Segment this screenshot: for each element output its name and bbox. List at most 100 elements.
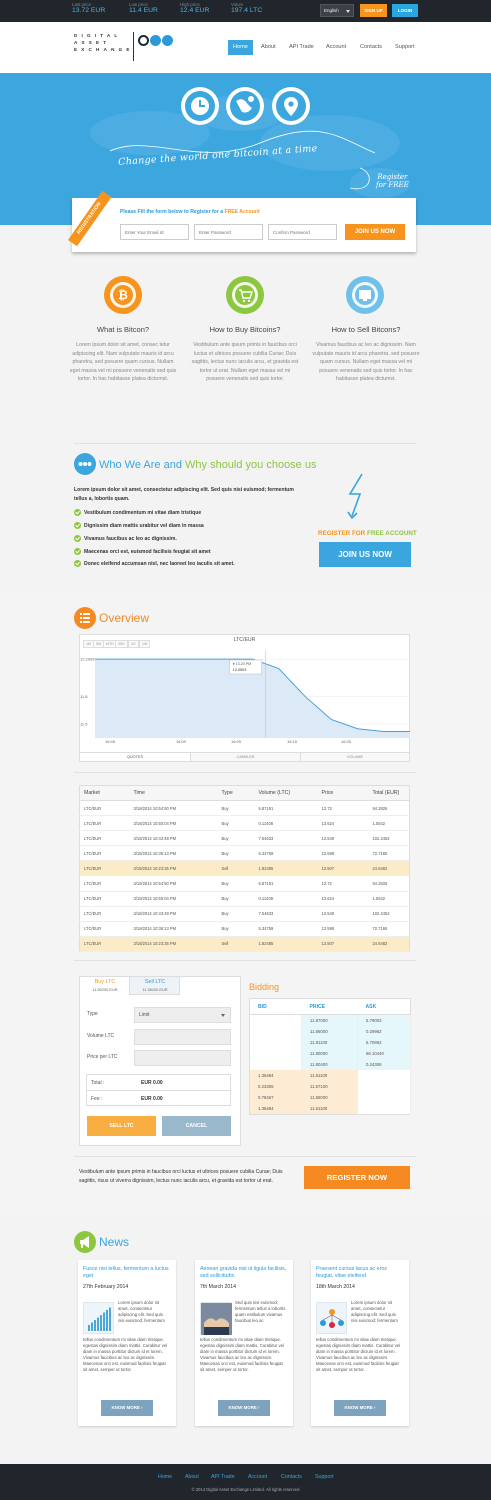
table-row[interactable]: 1.35484 11.61100 [249, 1103, 411, 1115]
table-cell [249, 1047, 302, 1059]
chart-tab-candles[interactable]: CANDLES [190, 752, 300, 761]
table-row[interactable]: LTC/EUR 3/18/2014 10:43:48 PM Buy 7.54633 13… [79, 906, 410, 922]
news-title[interactable]: Praesent cursus lacus ac eros feugiat, v… [316, 1266, 404, 1281]
table-cell [249, 1058, 302, 1070]
table-cell: Buy [217, 906, 255, 922]
table-cell: LTC/EUR [79, 845, 130, 862]
table-row[interactable]: 11.81100 5.70862 [249, 1036, 411, 1048]
footer-nav-api-trade[interactable]: API Trade [211, 1474, 235, 1480]
table-cell: 11.86000 [301, 1025, 358, 1037]
signup-button[interactable]: SIGN UP [360, 4, 387, 17]
confirm-password-input[interactable] [268, 224, 337, 240]
nav-home[interactable]: Home [228, 40, 253, 55]
table-row[interactable]: LTC/EUR 3/18/2014 10:43:48 PM Buy 7.54633 13… [79, 830, 410, 847]
volume-input[interactable] [134, 1029, 231, 1045]
email-input[interactable] [120, 224, 189, 240]
table-cell: 11.80000 [301, 1047, 358, 1059]
table-row[interactable]: LTC/EUR 3/18/2014 10:54:50 PM Buy 6.87191 13… [79, 875, 410, 892]
table-row[interactable]: LTC/EUR 3/18/2014 10:50:04 PM Buy 0.11408 13… [79, 815, 410, 832]
nav-account[interactable]: Account [321, 40, 351, 55]
join-us-now-button[interactable]: JOIN US NOW [345, 224, 405, 240]
overview-heading: Overview [99, 611, 150, 625]
table-row[interactable]: 11.80400 0.24306 [249, 1058, 411, 1070]
table-cell: 0.11408 [254, 815, 318, 832]
footer-nav-home[interactable]: Home [158, 1474, 172, 1480]
table-cell: 3/18/2014 10:50:04 PM [129, 815, 218, 832]
table-cell [357, 1103, 411, 1115]
table-cell: 11.81100 [301, 1036, 358, 1048]
table-cell: LTC/EUR [79, 936, 130, 952]
nav-support[interactable]: Support [390, 40, 420, 55]
price-input[interactable] [134, 1050, 231, 1066]
tab-sell-ltc[interactable]: Sell LTC 11.38100 EUR [130, 977, 180, 995]
join-us-now-button-2[interactable]: JOIN US NOW [319, 542, 411, 567]
table-cell: LTC/EUR [79, 891, 130, 907]
table-cell: 6.87191 [254, 800, 318, 817]
know-more-button[interactable]: KNOW MORE › [334, 1400, 386, 1416]
language-select[interactable]: English [320, 4, 354, 17]
know-more-button[interactable]: KNOW MORE › [218, 1400, 270, 1416]
cancel-button[interactable]: CANCEL [162, 1116, 231, 1136]
footer-nav-support[interactable]: Support [315, 1474, 334, 1480]
table-row[interactable]: LTC/EUR 3/18/2014 10:36:13 PM Buy 5.34759 13… [79, 921, 410, 937]
table-row[interactable]: LTC/EUR 3/18/2014 10:23:35 PM Sell 1.82485 1… [79, 936, 410, 952]
checklist-item: Donec eleifend accumsan nisl, nec laoree… [74, 560, 235, 567]
chevron-right-icon: › [372, 1405, 376, 1410]
hero-register-free[interactable]: Register for FREE [376, 173, 409, 189]
tab-buy-ltc[interactable]: Buy LTC 11.50200 EUR [80, 977, 130, 995]
chevron-right-icon: › [256, 1405, 260, 1410]
logo-dot [162, 35, 173, 46]
table-row[interactable]: LTC/EUR 3/18/2014 10:54:50 PM Buy 6.87191 13… [79, 800, 410, 817]
check-icon [74, 548, 81, 555]
register-now-button[interactable]: REGISTER NOW [304, 1166, 410, 1189]
know-more-button[interactable]: KNOW MORE › [101, 1400, 153, 1416]
table-row[interactable]: LTC/EUR 3/18/2014 10:50:04 PM Buy 0.11408 13… [79, 891, 410, 907]
chart-tab-quotes[interactable]: QUOTES [80, 752, 190, 761]
chart-tab-volume[interactable]: VOLUME [300, 752, 409, 761]
table-cell: 13.549 [317, 906, 369, 922]
site-footer [0, 1464, 491, 1500]
nav-about[interactable]: About [256, 40, 281, 55]
table-row[interactable]: 0.23305 11.57100 [249, 1081, 411, 1093]
table-row[interactable]: 11.87000 5.79003 [249, 1014, 411, 1026]
table-cell: LTC/EUR [79, 906, 130, 922]
news-date: 27th February 2014 [83, 1284, 129, 1290]
table-row[interactable]: LTC/EUR 3/18/2014 10:23:35 PM Sell 1.82485 1… [79, 860, 410, 877]
dots-icon [74, 453, 96, 475]
logo[interactable]: DIGITAL ASSET EXCHANGE [74, 32, 134, 53]
news-title[interactable]: Fusce nisi tellus, fermentum a luctus eg… [83, 1266, 171, 1281]
table-cell: 13.72 [317, 800, 369, 817]
table-cell: Buy [217, 815, 255, 832]
table-cell: 7.54633 [254, 906, 318, 922]
table-cell: 1.82485 [254, 936, 318, 952]
nav-api-trade[interactable]: API Trade [284, 40, 319, 55]
nav-contacts[interactable]: Contacts [355, 40, 387, 55]
table-cell: 3/18/2014 10:23:35 PM [129, 936, 218, 952]
column-header: Total (EUR) [368, 785, 410, 801]
footer-nav-contacts[interactable]: Contacts [281, 1474, 302, 1480]
table-cell: 102.2452 [368, 906, 410, 922]
table-row[interactable]: 11.80000 56.10440 [249, 1047, 411, 1059]
footer-nav-account[interactable]: Account [248, 1474, 267, 1480]
location-pin-icon [272, 87, 310, 125]
table-cell: LTC/EUR [79, 830, 130, 847]
table-cell: 0.11408 [254, 891, 318, 907]
footer-nav-about[interactable]: About [185, 1474, 199, 1480]
sell-ltc-button[interactable]: SELL LTC [87, 1116, 156, 1136]
x-tick-label: 16:25 [341, 739, 352, 744]
news-title[interactable]: Aenean gravida nisl ut ligula facilisis,… [200, 1266, 288, 1281]
login-button[interactable]: LOGIN [392, 4, 418, 17]
table-row[interactable]: 1.35484 11.61100 [249, 1069, 411, 1082]
table-cell: 1.5542 [368, 815, 410, 832]
type-select[interactable]: Limit [134, 1007, 231, 1023]
checklist-item: Maecenas orci est, euismod facilisis feu… [74, 548, 211, 555]
table-row[interactable]: LTC/EUR 3/18/2014 10:36:13 PM Buy 5.34759 13… [79, 845, 410, 862]
column-header: Time [129, 785, 218, 801]
table-cell [249, 1036, 302, 1048]
stat-value: 12.4 EUR [180, 7, 210, 15]
password-input[interactable] [194, 224, 263, 240]
table-cell: Buy [217, 921, 255, 937]
table-row[interactable]: 11.86000 0.29962 [249, 1025, 411, 1037]
table-row[interactable]: 0.78467 11.55000 [249, 1092, 411, 1104]
table-cell: Buy [217, 875, 255, 892]
